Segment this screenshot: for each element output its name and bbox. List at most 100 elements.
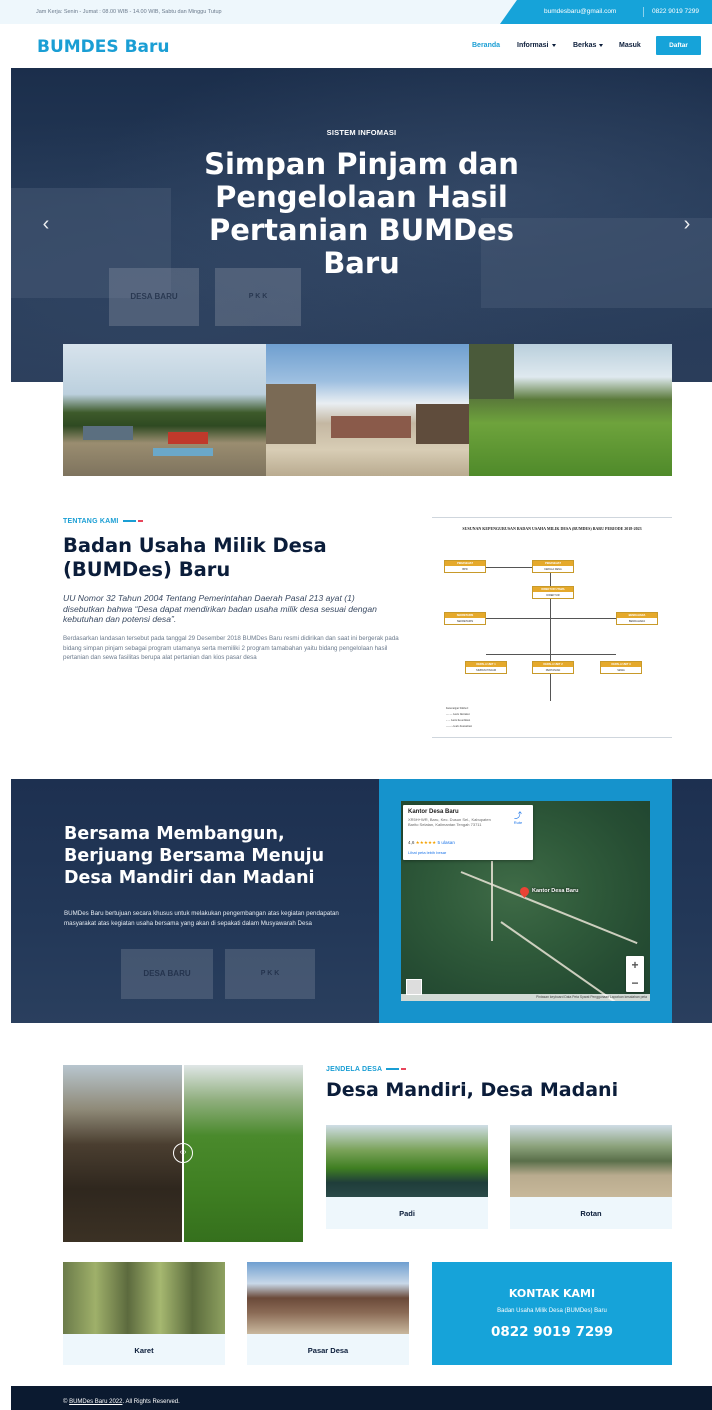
nav-masuk[interactable]: Masuk bbox=[619, 42, 641, 49]
contact-phone[interactable]: 0822 9019 7299 bbox=[432, 1324, 672, 1340]
hut-shape bbox=[469, 344, 514, 399]
photo-village-2 bbox=[266, 344, 469, 476]
map-place-name: Kantor Desa Baru bbox=[408, 809, 459, 815]
map-panel: Kantor Desa Baru XR5H+WR, Baru, Kec. Dus… bbox=[379, 779, 672, 1023]
map-road bbox=[500, 921, 625, 1001]
nav-informasi[interactable]: Informasi bbox=[517, 42, 556, 49]
gallery-label: Padi bbox=[399, 1209, 415, 1218]
hero-carousel: DESA BARU P K K SISTEM INFOMASI Simpan P… bbox=[11, 68, 712, 382]
copyright-suffix: . All Rights Reserved. bbox=[122, 1399, 180, 1405]
chevron-left-icon[interactable]: ‹ bbox=[39, 213, 53, 235]
nav-beranda[interactable]: Beranda bbox=[472, 42, 500, 49]
org-node-name: BENDAHARA bbox=[628, 620, 646, 623]
org-line bbox=[486, 567, 532, 568]
zoom-in-button[interactable]: + bbox=[626, 956, 644, 974]
copyright: © BUMDes Baru 2022. All Rights Reserved. bbox=[63, 1399, 180, 1405]
building-shape bbox=[331, 416, 411, 438]
map-zoom-control: + − bbox=[626, 956, 644, 992]
map-road bbox=[460, 871, 638, 945]
about-title: Badan Usaha Milik Desa (BUMDes) Baru bbox=[63, 534, 327, 581]
divider bbox=[386, 1068, 400, 1070]
map-road bbox=[491, 861, 493, 941]
top-contact: bumdesbaru@gmail.com 0822 9019 7299 bbox=[500, 0, 712, 24]
gallery-label: Rotan bbox=[580, 1209, 602, 1218]
about-quote: UU Nomor 32 Tahun 2004 Tentang Pemerinta… bbox=[63, 593, 377, 624]
mission-sign-left: DESA BARU bbox=[121, 949, 213, 999]
before-image bbox=[63, 1065, 183, 1242]
before-after-slider[interactable]: ‹ › bbox=[63, 1065, 303, 1242]
after-image bbox=[183, 1065, 303, 1242]
directions-icon: ⤴ bbox=[514, 811, 522, 820]
org-chart-title: SUSUNAN KEPENGURUSAN BADAN USAHA MILIK D… bbox=[462, 526, 642, 531]
star-icon: ★★★★★ bbox=[415, 840, 437, 845]
gallery-image bbox=[510, 1125, 672, 1197]
tarp-shape bbox=[153, 448, 213, 456]
about-body: Berdasarkan landasan tersebut pada tangg… bbox=[63, 635, 399, 662]
legend-item-label: Garis Konsultasi bbox=[453, 725, 472, 728]
google-map[interactable]: Kantor Desa Baru XR5H+WR, Baru, Kec. Dus… bbox=[401, 801, 650, 1001]
org-line bbox=[550, 561, 551, 701]
divider bbox=[137, 520, 143, 522]
gallery-card-rotan[interactable]: Rotan bbox=[510, 1125, 672, 1229]
mission-sign-right: P K K bbox=[225, 949, 315, 999]
gallery-label: Karet bbox=[134, 1346, 154, 1355]
copyright-link[interactable]: BUMDes Baru 2022 bbox=[69, 1399, 122, 1405]
divider bbox=[401, 1068, 407, 1070]
map-place-address: XR5H+WR, Baru, Kec. Dusun Sel., Kabupate… bbox=[408, 817, 491, 827]
legend-item-label: Garis Koordinasi bbox=[450, 719, 471, 722]
roof-shape bbox=[168, 432, 208, 444]
directions-button[interactable]: ⤴ Rute bbox=[511, 811, 525, 825]
org-node-name: SEWA bbox=[617, 669, 625, 672]
org-node-name: SIMPAN PINJAM bbox=[476, 669, 496, 672]
zoom-out-button[interactable]: − bbox=[626, 974, 644, 992]
chevron-right-icon[interactable]: › bbox=[680, 213, 694, 235]
map-attribution: Pintasan keyboard Data Peta Syarat Pengg… bbox=[401, 994, 650, 1001]
building-shape bbox=[416, 404, 469, 444]
email-link[interactable]: bumdesbaru@gmail.com bbox=[544, 8, 616, 15]
gallery-label: Pasar Desa bbox=[307, 1346, 349, 1355]
org-node-name: PERTANIAN bbox=[545, 669, 561, 672]
divider bbox=[122, 520, 136, 522]
contact-subtitle: Badan Usaha Milik Desa (BUMDes) Baru bbox=[497, 1308, 607, 1314]
org-node: SEKRETARIS SEKRETARIS bbox=[444, 612, 486, 625]
roof-shape bbox=[83, 426, 133, 440]
org-node: PENASEHAT KEPALA DESA bbox=[532, 560, 574, 573]
legend-item-label: Garis Instruksi bbox=[453, 713, 470, 716]
gallery-image bbox=[63, 1262, 225, 1334]
legend-item: ——› Garis Konsultasi bbox=[446, 725, 472, 728]
contact-box: KONTAK KAMI Badan Usaha Milik Desa (BUMD… bbox=[432, 1262, 672, 1365]
hero-eyebrow: SISTEM INFOMASI bbox=[326, 128, 397, 137]
caret-down-icon bbox=[599, 43, 604, 47]
about-eyebrow: TENTANG KAMI bbox=[63, 518, 143, 525]
mission-title: Bersama Membangun, Berjuang Bersama Menu… bbox=[64, 824, 325, 888]
phone-link[interactable]: 0822 9019 7299 bbox=[652, 8, 699, 15]
mission-body: BUMDes Baru bertujuan secara khusus untu… bbox=[64, 910, 339, 927]
register-button[interactable]: Daftar bbox=[656, 36, 701, 55]
nav-berkas[interactable]: Berkas bbox=[573, 42, 604, 49]
photo-rice-field bbox=[469, 344, 672, 476]
building-shape bbox=[266, 384, 316, 444]
gallery-card-padi[interactable]: Padi bbox=[326, 1125, 488, 1229]
gallery-card-karet[interactable]: Karet bbox=[63, 1262, 225, 1365]
reviews-link[interactable]: 5 ulasan bbox=[438, 840, 455, 845]
hero-title: Simpan Pinjam dan Pengelolaan Hasil Pert… bbox=[204, 147, 519, 280]
photo-village-1 bbox=[63, 344, 266, 476]
org-node-name: BPD bbox=[462, 568, 468, 571]
gallery-card-pasar-desa[interactable]: Pasar Desa bbox=[247, 1262, 409, 1365]
navbar: BUMDES Baru Beranda Informasi Berkas Mas… bbox=[0, 24, 712, 68]
larger-map-link[interactable]: Lihat peta lebih besar bbox=[408, 850, 446, 855]
map-rating: 4,6 ★★★★★ 5 ulasan bbox=[408, 840, 455, 846]
map-place-card: Kantor Desa Baru XR5H+WR, Baru, Kec. Dus… bbox=[403, 805, 533, 860]
slider-handle-icon[interactable]: ‹ › bbox=[173, 1143, 193, 1163]
org-node: KEPALA UNIT 2 PERTANIAN bbox=[532, 661, 574, 674]
org-node: BENDAHARA BENDAHARA bbox=[616, 612, 658, 625]
brand-logo[interactable]: BUMDES Baru bbox=[37, 37, 169, 57]
gallery-image bbox=[326, 1125, 488, 1197]
window-eyebrow: JENDELA DESA bbox=[326, 1066, 407, 1073]
org-node: PENASEHAT BPD bbox=[444, 560, 486, 573]
directions-label: Rute bbox=[513, 820, 523, 825]
org-node-name: KEPALA DESA bbox=[544, 568, 562, 571]
nav-berkas-label: Berkas bbox=[573, 42, 597, 49]
org-node-name: SEKRETARIS bbox=[456, 620, 474, 623]
map-layer-toggle[interactable] bbox=[406, 979, 422, 995]
